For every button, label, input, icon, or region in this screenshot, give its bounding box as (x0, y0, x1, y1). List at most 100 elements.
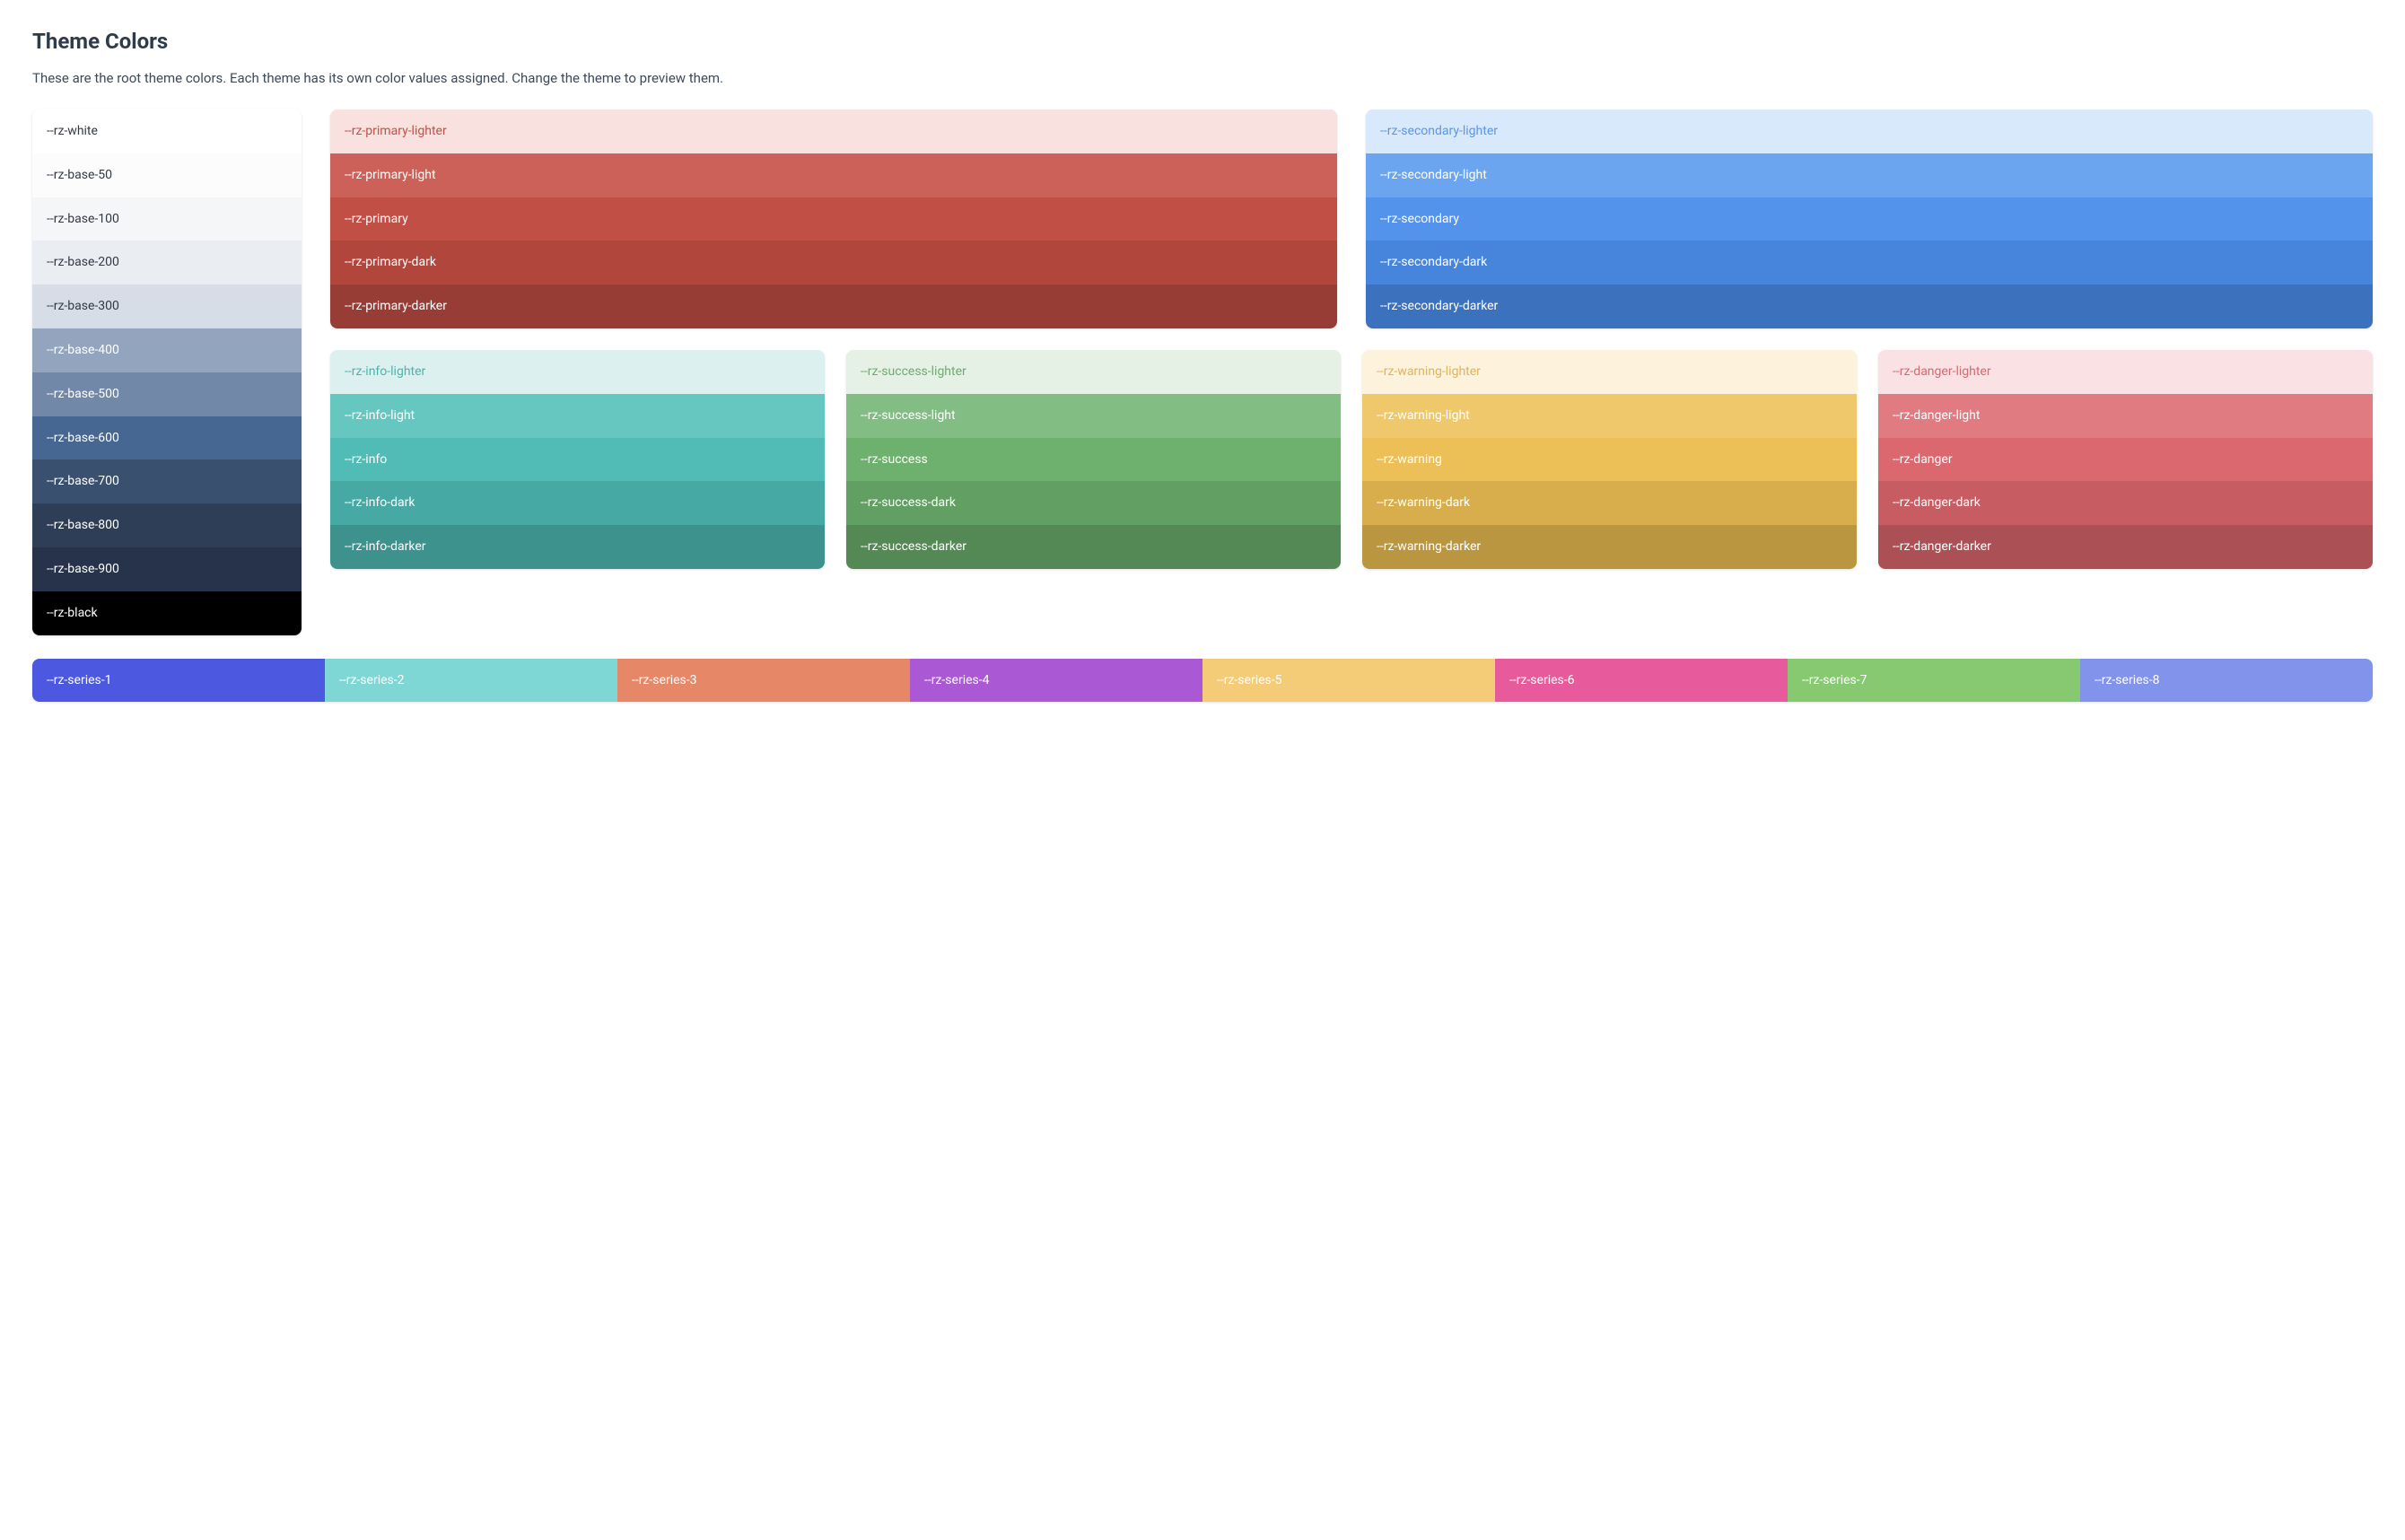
color-swatch: --rz-base-500 (32, 372, 302, 416)
color-swatch: --rz-danger-dark (1878, 481, 2373, 525)
color-swatch: --rz-series-8 (2080, 659, 2373, 703)
color-swatch-label: --rz-danger-darker (1893, 539, 1991, 554)
color-swatch: --rz-info (330, 438, 825, 482)
color-swatch-label: --rz-warning-lighter (1377, 364, 1481, 379)
color-swatch: --rz-base-800 (32, 503, 302, 547)
color-swatch-label: --rz-success-darker (861, 539, 966, 554)
color-swatch: --rz-base-600 (32, 416, 302, 460)
color-swatch: --rz-series-7 (1788, 659, 2080, 703)
series-color-card: --rz-series-1 --rz-series-2 --rz-series-3 -… (32, 659, 2373, 703)
color-swatch: --rz-base-50 (32, 153, 302, 197)
color-swatch: --rz-danger-light (1878, 394, 2373, 438)
color-swatch-label: --rz-warning (1377, 452, 1442, 467)
color-swatch-label: --rz-base-400 (47, 343, 119, 357)
color-swatch-label: --rz-black (47, 606, 98, 620)
color-swatch-label: --rz-success (861, 452, 928, 467)
color-swatch: --rz-warning-dark (1362, 481, 1857, 525)
color-swatch: --rz-warning-light (1362, 394, 1857, 438)
color-swatch-label: --rz-warning-light (1377, 408, 1470, 423)
color-swatch-label: --rz-warning-dark (1377, 495, 1470, 510)
color-swatch-label: --rz-success-lighter (861, 364, 966, 379)
color-swatch: --rz-base-100 (32, 197, 302, 241)
status-color-row: --rz-info-lighter --rz-info-light --rz-inf… (330, 350, 2373, 569)
color-swatch: --rz-primary-lighter (330, 109, 1337, 153)
color-swatch-label: --rz-base-900 (47, 562, 119, 576)
color-swatch-label: --rz-info-darker (345, 539, 426, 554)
color-swatch: --rz-secondary (1366, 197, 2373, 241)
color-swatch-label: --rz-danger-dark (1893, 495, 1981, 510)
color-swatch-label: --rz-info-dark (345, 495, 415, 510)
color-swatch: --rz-white (32, 109, 302, 153)
color-swatch-label: --rz-series-8 (2095, 673, 2159, 687)
color-swatch-label: --rz-primary-lighter (345, 124, 447, 138)
page-title: Theme Colors (32, 29, 2373, 54)
color-swatch: --rz-series-3 (617, 659, 910, 703)
color-swatch-label: --rz-primary-light (345, 168, 436, 182)
color-swatch-label: --rz-primary (345, 212, 408, 226)
color-swatch: --rz-success-dark (846, 481, 1341, 525)
color-swatch: --rz-danger-darker (1878, 525, 2373, 569)
color-swatch: --rz-danger-lighter (1878, 350, 2373, 394)
color-swatch: --rz-secondary-dark (1366, 241, 2373, 284)
color-swatch-label: --rz-secondary-dark (1380, 255, 1487, 269)
color-swatch-label: --rz-info-light (345, 408, 415, 423)
color-swatch: --rz-success-light (846, 394, 1341, 438)
palette-top-row: --rz-white --rz-base-50 --rz-base-100 --rz-… (32, 109, 2373, 635)
color-swatch-label: --rz-series-2 (339, 673, 404, 687)
color-swatch-label: --rz-secondary-lighter (1380, 124, 1498, 138)
color-swatch: --rz-base-900 (32, 547, 302, 591)
color-swatch: --rz-info-darker (330, 525, 825, 569)
color-swatch-label: --rz-base-300 (47, 299, 119, 313)
color-swatch-label: --rz-danger-light (1893, 408, 1980, 423)
color-swatch: --rz-danger (1878, 438, 2373, 482)
secondary-color-card: --rz-secondary-lighter --rz-secondary-lig… (1366, 109, 2373, 328)
color-swatch: --rz-primary-darker (330, 284, 1337, 328)
color-swatch-label: --rz-primary-dark (345, 255, 436, 269)
color-swatch-label: --rz-base-100 (47, 212, 119, 226)
color-swatch: --rz-black (32, 591, 302, 635)
color-swatch: --rz-series-5 (1202, 659, 1495, 703)
color-swatch-label: --rz-secondary (1380, 212, 1459, 226)
color-swatch: --rz-info-lighter (330, 350, 825, 394)
color-swatch-label: --rz-success-dark (861, 495, 956, 510)
color-swatch: --rz-base-200 (32, 241, 302, 284)
color-swatch-label: --rz-white (47, 124, 98, 138)
info-color-card: --rz-info-lighter --rz-info-light --rz-inf… (330, 350, 825, 569)
color-swatch-label: --rz-info (345, 452, 387, 467)
color-swatch: --rz-primary-dark (330, 241, 1337, 284)
color-swatch-label: --rz-secondary-darker (1380, 299, 1498, 313)
color-swatch: --rz-primary-light (330, 153, 1337, 197)
color-swatch-label: --rz-primary-darker (345, 299, 447, 313)
color-swatch: --rz-warning (1362, 438, 1857, 482)
color-swatch-label: --rz-series-7 (1802, 673, 1867, 687)
color-swatch-label: --rz-series-3 (632, 673, 696, 687)
page-description: These are the root theme colors. Each th… (32, 70, 2373, 86)
color-swatch: --rz-secondary-darker (1366, 284, 2373, 328)
color-swatch-label: --rz-base-700 (47, 474, 119, 488)
color-swatch: --rz-success-lighter (846, 350, 1341, 394)
color-swatch-label: --rz-info-lighter (345, 364, 425, 379)
color-swatch-label: --rz-base-800 (47, 518, 119, 532)
primary-color-card: --rz-primary-lighter --rz-primary-light --… (330, 109, 1337, 328)
color-swatch: --rz-base-700 (32, 459, 302, 503)
color-swatch: --rz-base-300 (32, 284, 302, 328)
color-swatch-label: --rz-base-500 (47, 387, 119, 401)
color-swatch: --rz-success-darker (846, 525, 1341, 569)
color-swatch: --rz-warning-lighter (1362, 350, 1857, 394)
color-swatch: --rz-series-1 (32, 659, 325, 703)
color-swatch-label: --rz-danger (1893, 452, 1953, 467)
color-swatch: --rz-secondary-lighter (1366, 109, 2373, 153)
success-color-card: --rz-success-lighter --rz-success-light --… (846, 350, 1341, 569)
color-swatch-label: --rz-warning-darker (1377, 539, 1481, 554)
color-swatch: --rz-primary (330, 197, 1337, 241)
base-color-card: --rz-white --rz-base-50 --rz-base-100 --rz-… (32, 109, 302, 635)
color-swatch-label: --rz-danger-lighter (1893, 364, 1991, 379)
color-swatch: --rz-secondary-light (1366, 153, 2373, 197)
color-swatch-label: --rz-series-4 (924, 673, 989, 687)
color-swatch: --rz-series-6 (1495, 659, 1788, 703)
color-swatch-label: --rz-series-5 (1217, 673, 1281, 687)
warning-color-card: --rz-warning-lighter --rz-warning-light --… (1362, 350, 1857, 569)
color-swatch-label: --rz-success-light (861, 408, 956, 423)
color-swatch: --rz-series-2 (325, 659, 617, 703)
right-column: --rz-primary-lighter --rz-primary-light --… (330, 109, 2373, 569)
